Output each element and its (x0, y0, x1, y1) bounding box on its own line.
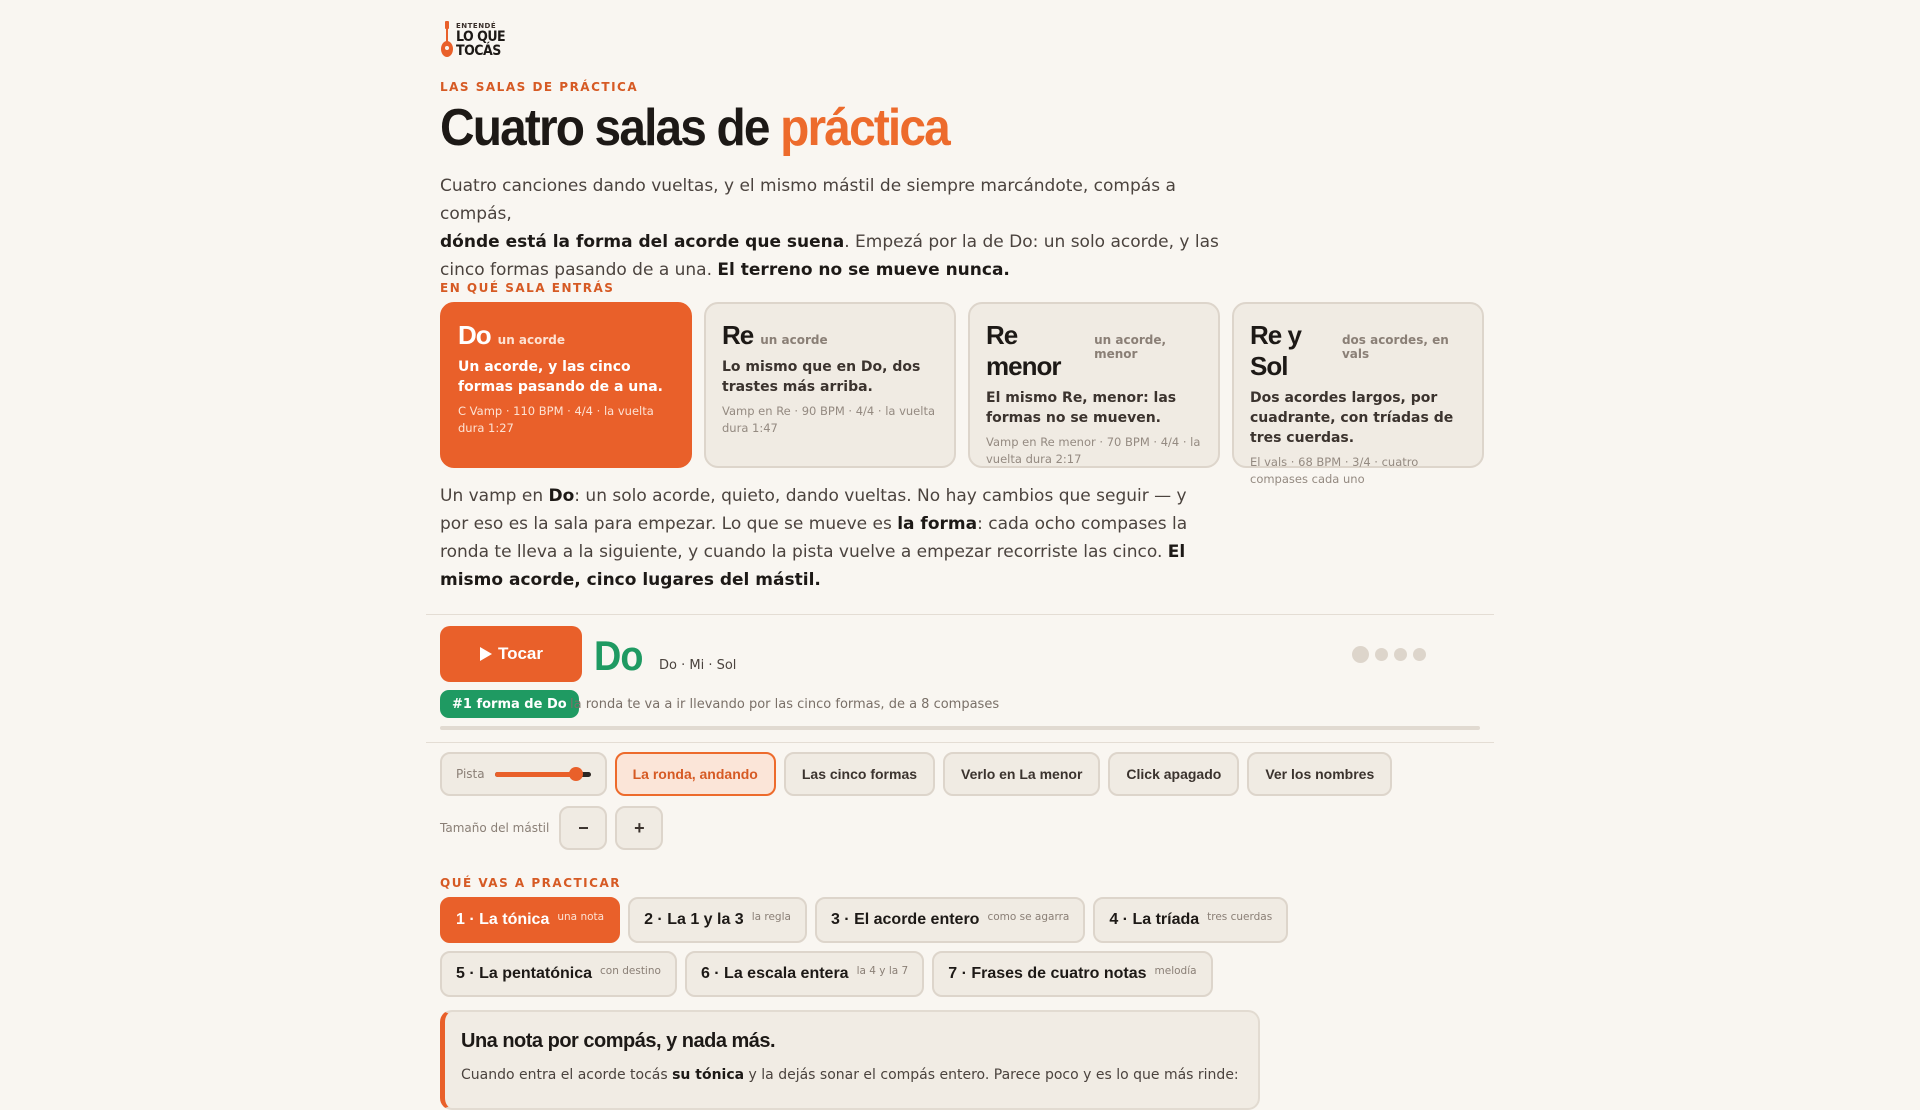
practice-chip-1[interactable]: 1 · La tónica una nota (440, 897, 621, 943)
room-desc: El mismo Re, menor: las formas no se mue… (986, 390, 1177, 426)
size-decrease-button[interactable]: − (559, 806, 608, 850)
intro-bold-1: dónde está la forma del acorde que suena (440, 232, 845, 252)
lesson-text: y la dejás sonar el compás entero. Parec… (744, 1067, 1239, 1083)
room-sub: un acorde (760, 333, 828, 347)
practice-chip-6[interactable]: 6 · La escala entera la 4 y la 7 (684, 951, 925, 997)
chip-label: 4 · La tríada (1109, 911, 1200, 928)
room-card-re-y-sol[interactable]: Re y Sol dos acordes, en vals Dos acordes… (1232, 302, 1484, 486)
progress-bar (440, 726, 1480, 730)
lesson-card: Una nota por compás, y nada más. Cuando … (440, 1010, 1260, 1110)
room-name: Re y Sol (1250, 320, 1302, 381)
rooms-label: EN QUÉ SALA ENTRÁS (440, 281, 615, 295)
chip-sub: la 4 y la 7 (856, 965, 909, 977)
room-selector: Do un acorde Un acorde, y las cinco forma… (440, 302, 1484, 486)
practice-chip-7[interactable]: 7 · Frases de cuatro notas melodía (932, 951, 1213, 997)
desc-text: Un vamp en (440, 486, 549, 506)
chip-label: 2 · La 1 y la 3 (644, 911, 744, 928)
current-chord: Do (594, 632, 643, 679)
pista-volume-control: Pista (440, 752, 607, 796)
practice-chip-3[interactable]: 3 · El acorde entero como se agarra (814, 897, 1086, 943)
chip-sub: una nota (557, 911, 605, 923)
guitar-logo-icon (440, 21, 454, 59)
room-name: Do (458, 320, 492, 350)
beat-dot (1394, 648, 1407, 661)
room-desc: Lo mismo que en Do, dos trastes más arri… (722, 359, 921, 395)
lesson-bold: su tónica (672, 1067, 745, 1083)
intro-bold-2: El terreno no se mueve nunca. (717, 260, 1010, 280)
round-status: la ronda te va a ir llevando por las cin… (570, 697, 1000, 712)
room-card-do[interactable]: Do un acorde Un acorde, y las cinco forma… (440, 302, 692, 468)
size-label: Tamaño del mástil (440, 821, 550, 835)
beat-dot (1352, 646, 1369, 663)
room-description: Un vamp en Do: un solo acorde, quieto, d… (440, 482, 1220, 594)
section-eyebrow: LAS SALAS DE PRÁCTICA (440, 80, 639, 94)
toggle-click-button[interactable]: Click apagado (1108, 752, 1240, 796)
room-sub: un acorde (497, 333, 566, 347)
fretboard-size-control: Tamaño del mástil − + (440, 806, 664, 850)
beat-dot (1375, 648, 1388, 661)
chip-sub: tres cuerdas (1207, 911, 1273, 923)
logo-bottom-text: LO QUE TOCÁS (456, 28, 506, 59)
practice-chip-5[interactable]: 5 · La pentatónica con destino (440, 951, 677, 997)
play-button[interactable]: Tocar (440, 626, 582, 682)
desc-bold: la forma (897, 514, 978, 534)
lesson-title: Una nota por compás, y nada más. (461, 1030, 776, 1052)
room-sub: dos acordes, en vals (1341, 333, 1449, 361)
chord-notes: Do · Mi · Sol (659, 658, 737, 673)
intro-text-1: Cuatro canciones dando vueltas, y el mis… (440, 176, 1176, 224)
practice-label: QUÉ VAS A PRACTICAR (440, 876, 621, 890)
chip-label: 5 · La pentatónica (456, 965, 593, 982)
chip-label: 6 · La escala entera (700, 965, 849, 982)
toggle-la-menor-button[interactable]: Verlo en La menor (943, 752, 1101, 796)
title-accent: práctica (780, 99, 951, 157)
beat-indicator (1352, 646, 1426, 663)
chip-sub: melodía (1154, 965, 1197, 977)
brand-logo[interactable]: ENTENDÉ LO QUE TOCÁS (440, 20, 520, 60)
room-name: Re menor (986, 320, 1061, 381)
intro-paragraph: Cuatro canciones dando vueltas, y el mis… (440, 172, 1220, 284)
practice-row-1: 1 · La tónica una nota 2 · La 1 y la 3 la … (440, 897, 1289, 943)
play-icon (479, 647, 492, 661)
room-desc: Un acorde, y las cinco formas pasando de… (458, 359, 663, 395)
practice-chip-2[interactable]: 2 · La 1 y la 3 la regla (628, 897, 807, 943)
chip-sub: con destino (600, 965, 661, 977)
page-title: Cuatro salas de práctica (440, 99, 951, 157)
lesson-text: Cuando entra el acorde tocás (461, 1067, 673, 1083)
desc-bold: Do (548, 486, 575, 506)
chip-label: 3 · El acorde entero (830, 911, 980, 928)
shape-badge: #1 forma de Do (440, 690, 579, 718)
divider (426, 742, 1494, 743)
chip-label: 1 · La tónica (456, 911, 550, 928)
pista-volume-slider[interactable] (494, 767, 591, 781)
divider (426, 614, 1494, 615)
room-meta: C Vamp · 110 BPM · 4/4 · la vuelta dura … (458, 404, 654, 435)
room-card-re-menor[interactable]: Re menor un acorde, menor El mismo Re, me… (968, 302, 1220, 468)
room-desc: Dos acordes largos, por cuadrante, con t… (1250, 390, 1454, 446)
chip-sub: la regla (751, 911, 791, 923)
room-meta: Vamp en Re menor · 70 BPM · 4/4 · la vue… (986, 435, 1201, 466)
chip-sub: como se agarra (987, 911, 1070, 923)
room-meta: El vals · 68 BPM · 3/4 · cuatro compases… (1250, 455, 1419, 486)
room-name: Re (722, 320, 754, 350)
room-meta: Vamp en Re · 90 BPM · 4/4 · la vuelta du… (722, 404, 936, 435)
toggle-nombres-button[interactable]: Ver los nombres (1247, 752, 1393, 796)
controls-row: Pista La ronda, andando Las cinco formas… (440, 752, 1393, 796)
lesson-body: Cuando entra el acorde tocás su tónica y… (461, 1067, 1242, 1083)
room-sub: un acorde, menor (1094, 333, 1167, 361)
practice-row-2: 5 · La pentatónica con destino 6 · La esc… (440, 951, 1213, 997)
slider-thumb[interactable] (569, 767, 584, 781)
play-label: Tocar (497, 644, 544, 663)
beat-dot (1413, 648, 1426, 661)
practice-chip-4[interactable]: 4 · La tríada tres cuerdas (1093, 897, 1289, 943)
size-increase-button[interactable]: + (615, 806, 664, 850)
title-main: Cuatro salas de (440, 99, 781, 157)
toggle-ronda-button[interactable]: La ronda, andando (614, 752, 776, 796)
chip-label: 7 · Frases de cuatro notas (948, 965, 1147, 982)
pista-label: Pista (456, 767, 485, 781)
room-card-re[interactable]: Re un acorde Lo mismo que en Do, dos tras… (704, 302, 956, 468)
toggle-cinco-formas-button[interactable]: Las cinco formas (783, 752, 936, 796)
